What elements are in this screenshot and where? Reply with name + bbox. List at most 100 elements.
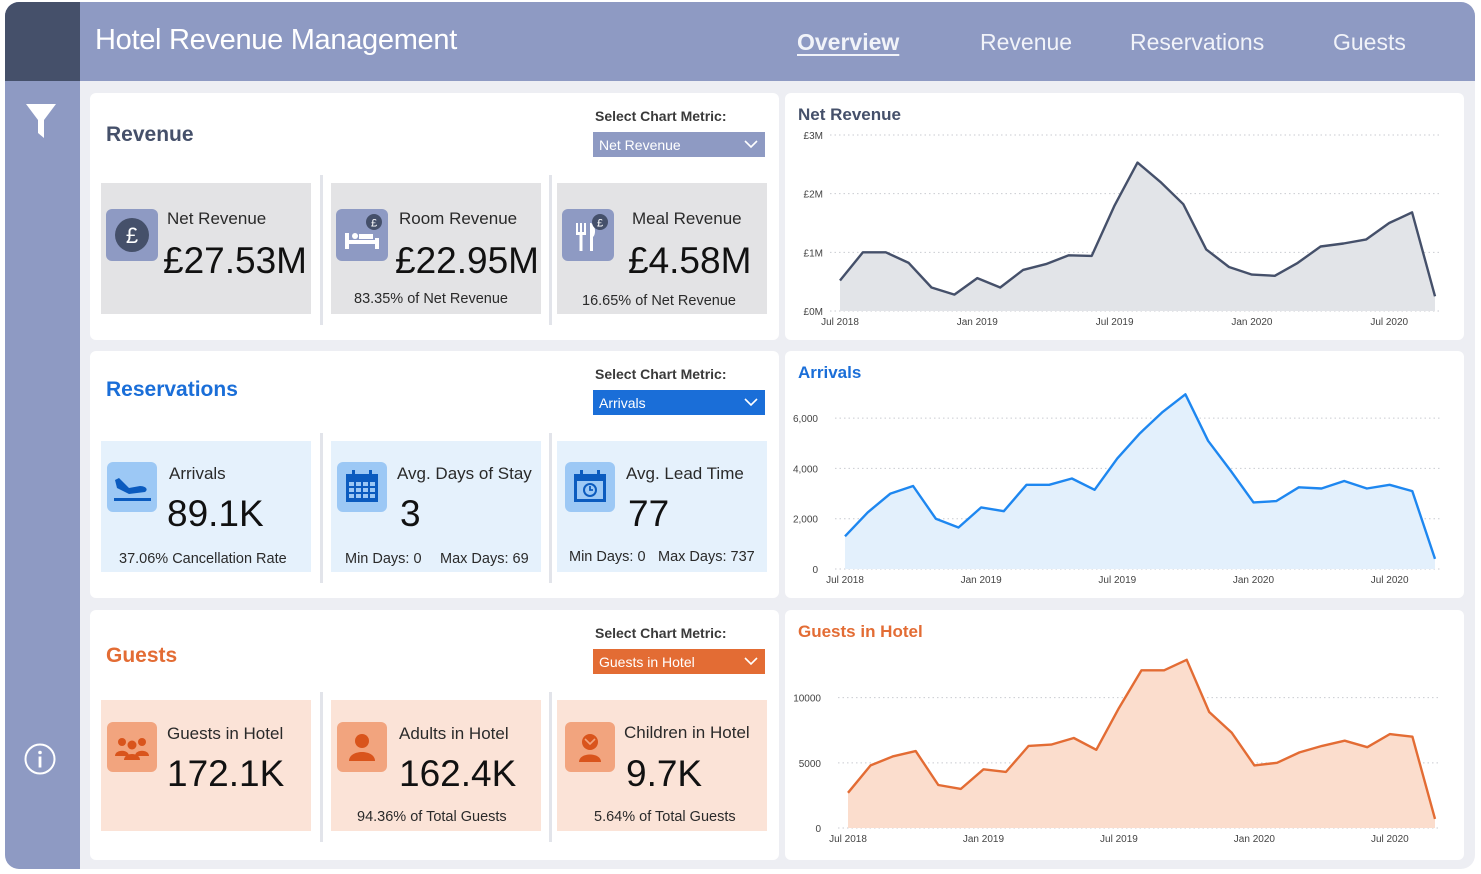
x-tick-label: Jul 2019 <box>1100 834 1138 845</box>
guests-in-hotel-chart: 0 5000 10000 Jul 2018 Jan 2019 Jul 2019 Jan 20… <box>793 658 1440 845</box>
tab-revenue[interactable]: Revenue <box>980 29 1072 56</box>
adult-icon <box>337 722 387 772</box>
card-label: Children in Hotel <box>624 723 750 742</box>
y-tick-label: 6,000 <box>793 414 818 425</box>
pound-coin-icon: £ <box>106 209 158 261</box>
revenue-metric-value: Net Revenue <box>599 137 681 153</box>
x-tick-label: Jan 2019 <box>961 575 1003 586</box>
reservations-metric-label: Select Chart Metric: <box>595 366 727 382</box>
info-icon[interactable] <box>23 742 57 776</box>
child-icon <box>565 722 615 772</box>
svg-text:£: £ <box>597 218 603 230</box>
card-label: Net Revenue <box>167 209 267 228</box>
series-area <box>848 659 1435 828</box>
arrivals-chart: 0 2,000 4,000 6,000 Jul 2018 Jan 2019 Jul 2019… <box>793 393 1440 586</box>
card-label: Guests in Hotel <box>167 724 284 743</box>
chevron-down-icon <box>744 398 758 407</box>
chevron-down-icon <box>744 657 758 666</box>
tab-reservations[interactable]: Reservations <box>1130 29 1264 56</box>
y-tick-label: £2M <box>804 190 823 201</box>
net-revenue-chart: £0M £1M £2M £3M Jul 2018 Jan 2019 Jul 2019 Jan … <box>804 131 1440 328</box>
avg-days-of-stay-card: Avg. Days of Stay 3 Min Days: 0 Max Days… <box>331 441 541 572</box>
x-tick-label: Jul 2020 <box>1371 575 1409 586</box>
x-tick-label: Jul 2019 <box>1096 317 1134 328</box>
card-subtext-min: Min Days: 0 <box>569 549 646 565</box>
adults-in-hotel-card: Adults in Hotel 162.4K 94.36% of Total G… <box>331 700 541 831</box>
card-value: £27.53M <box>163 240 307 281</box>
card-divider <box>549 692 552 842</box>
guests-panel: Guests Select Chart Metric: Guests in Ho… <box>90 610 779 860</box>
children-in-hotel-card: Children in Hotel 9.7K 5.64% of Total Gu… <box>557 700 767 831</box>
tab-overview[interactable]: Overview <box>797 29 899 56</box>
card-value: £4.58M <box>628 240 752 281</box>
x-tick-label: Jan 2020 <box>1233 575 1275 586</box>
guests-metric-label: Select Chart Metric: <box>595 625 727 641</box>
card-subtext: 37.06% Cancellation Rate <box>119 551 287 567</box>
card-subtext-min: Min Days: 0 <box>345 551 422 567</box>
card-value: 162.4K <box>399 753 517 794</box>
card-subtext: 83.35% of Net Revenue <box>354 291 508 307</box>
card-divider <box>320 692 323 842</box>
y-tick-label: 5000 <box>799 759 822 770</box>
revenue-section-title: Revenue <box>106 123 194 146</box>
card-label: Meal Revenue <box>632 209 742 228</box>
app-title: Hotel Revenue Management <box>95 24 457 56</box>
cutlery-pound-icon: £ <box>562 209 614 261</box>
chevron-down-icon <box>744 140 758 149</box>
y-tick-label: £1M <box>804 248 823 259</box>
y-tick-label: 0 <box>812 565 818 576</box>
header-bar: Hotel Revenue Management Overview Revenu… <box>80 2 1475 81</box>
card-subtext: 5.64% of Total Guests <box>594 809 736 825</box>
x-tick-label: Jul 2018 <box>821 317 859 328</box>
revenue-panel: Revenue Select Chart Metric: Net Revenue… <box>90 93 779 340</box>
card-label: Room Revenue <box>399 209 518 228</box>
card-value: 9.7K <box>626 753 703 794</box>
calendar-clock-icon <box>565 462 615 512</box>
app-frame: Hotel Revenue Management Overview Revenu… <box>5 2 1475 869</box>
svg-text:£: £ <box>126 223 138 248</box>
x-tick-label: Jul 2018 <box>826 575 864 586</box>
reservations-section-title: Reservations <box>106 378 238 401</box>
avg-lead-time-card: Avg. Lead Time 77 Min Days: 0 Max Days: … <box>557 441 767 572</box>
card-divider <box>549 175 552 325</box>
card-label: Avg. Lead Time <box>626 464 744 483</box>
reservations-metric-dropdown[interactable]: Arrivals <box>593 390 765 415</box>
card-subtext: 16.65% of Net Revenue <box>582 293 736 309</box>
reservations-metric-value: Arrivals <box>599 395 646 411</box>
net-revenue-card: £ Net Revenue £27.53M <box>101 183 311 314</box>
y-tick-label: 10000 <box>793 694 821 705</box>
calendar-grid-icon <box>337 462 387 512</box>
card-label: Avg. Days of Stay <box>397 464 532 483</box>
arrivals-chart-panel: Arrivals 0 2,000 4,000 6,000 Jul 2018 Jan 201… <box>785 351 1464 598</box>
y-tick-label: £0M <box>804 307 823 318</box>
x-tick-label: Jul 2020 <box>1370 317 1408 328</box>
sidebar-top-block <box>5 2 80 81</box>
x-tick-label: Jan 2019 <box>957 317 999 328</box>
filter-icon[interactable] <box>25 102 57 140</box>
net-revenue-chart-panel: Net Revenue £0M £1M £2M £3M Jul 2018 Jan 2019… <box>785 93 1464 340</box>
guests-metric-value: Guests in Hotel <box>599 654 695 670</box>
revenue-metric-dropdown[interactable]: Net Revenue <box>593 132 765 157</box>
svg-text:£: £ <box>371 218 377 230</box>
guests-chart-panel: Guests in Hotel 0 5000 10000 Jul 2018 Jan 20… <box>785 610 1464 860</box>
y-tick-label: 0 <box>815 824 821 835</box>
series-area <box>840 162 1435 311</box>
card-label: Adults in Hotel <box>399 724 509 743</box>
y-tick-label: 2,000 <box>793 515 818 526</box>
x-tick-label: Jan 2020 <box>1234 834 1276 845</box>
meal-revenue-card: £ Meal Revenue £4.58M 16.65% of Net Reve… <box>557 183 767 314</box>
guests-section-title: Guests <box>106 644 178 667</box>
sidebar <box>5 2 80 869</box>
guests-metric-dropdown[interactable]: Guests in Hotel <box>593 649 765 674</box>
card-subtext-max: Max Days: 737 <box>658 549 755 565</box>
card-value: 172.1K <box>167 753 285 794</box>
tab-guests[interactable]: Guests <box>1333 29 1406 56</box>
revenue-metric-label: Select Chart Metric: <box>595 108 727 124</box>
bed-pound-icon: £ <box>336 209 388 261</box>
y-tick-label: 4,000 <box>793 464 818 475</box>
group-icon <box>107 722 157 772</box>
guests-in-hotel-card: Guests in Hotel 172.1K <box>101 700 311 831</box>
card-subtext-max: Max Days: 69 <box>440 551 529 567</box>
y-tick-label: £3M <box>804 131 823 142</box>
arrivals-card: Arrivals 89.1K 37.06% Cancellation Rate <box>101 441 311 572</box>
